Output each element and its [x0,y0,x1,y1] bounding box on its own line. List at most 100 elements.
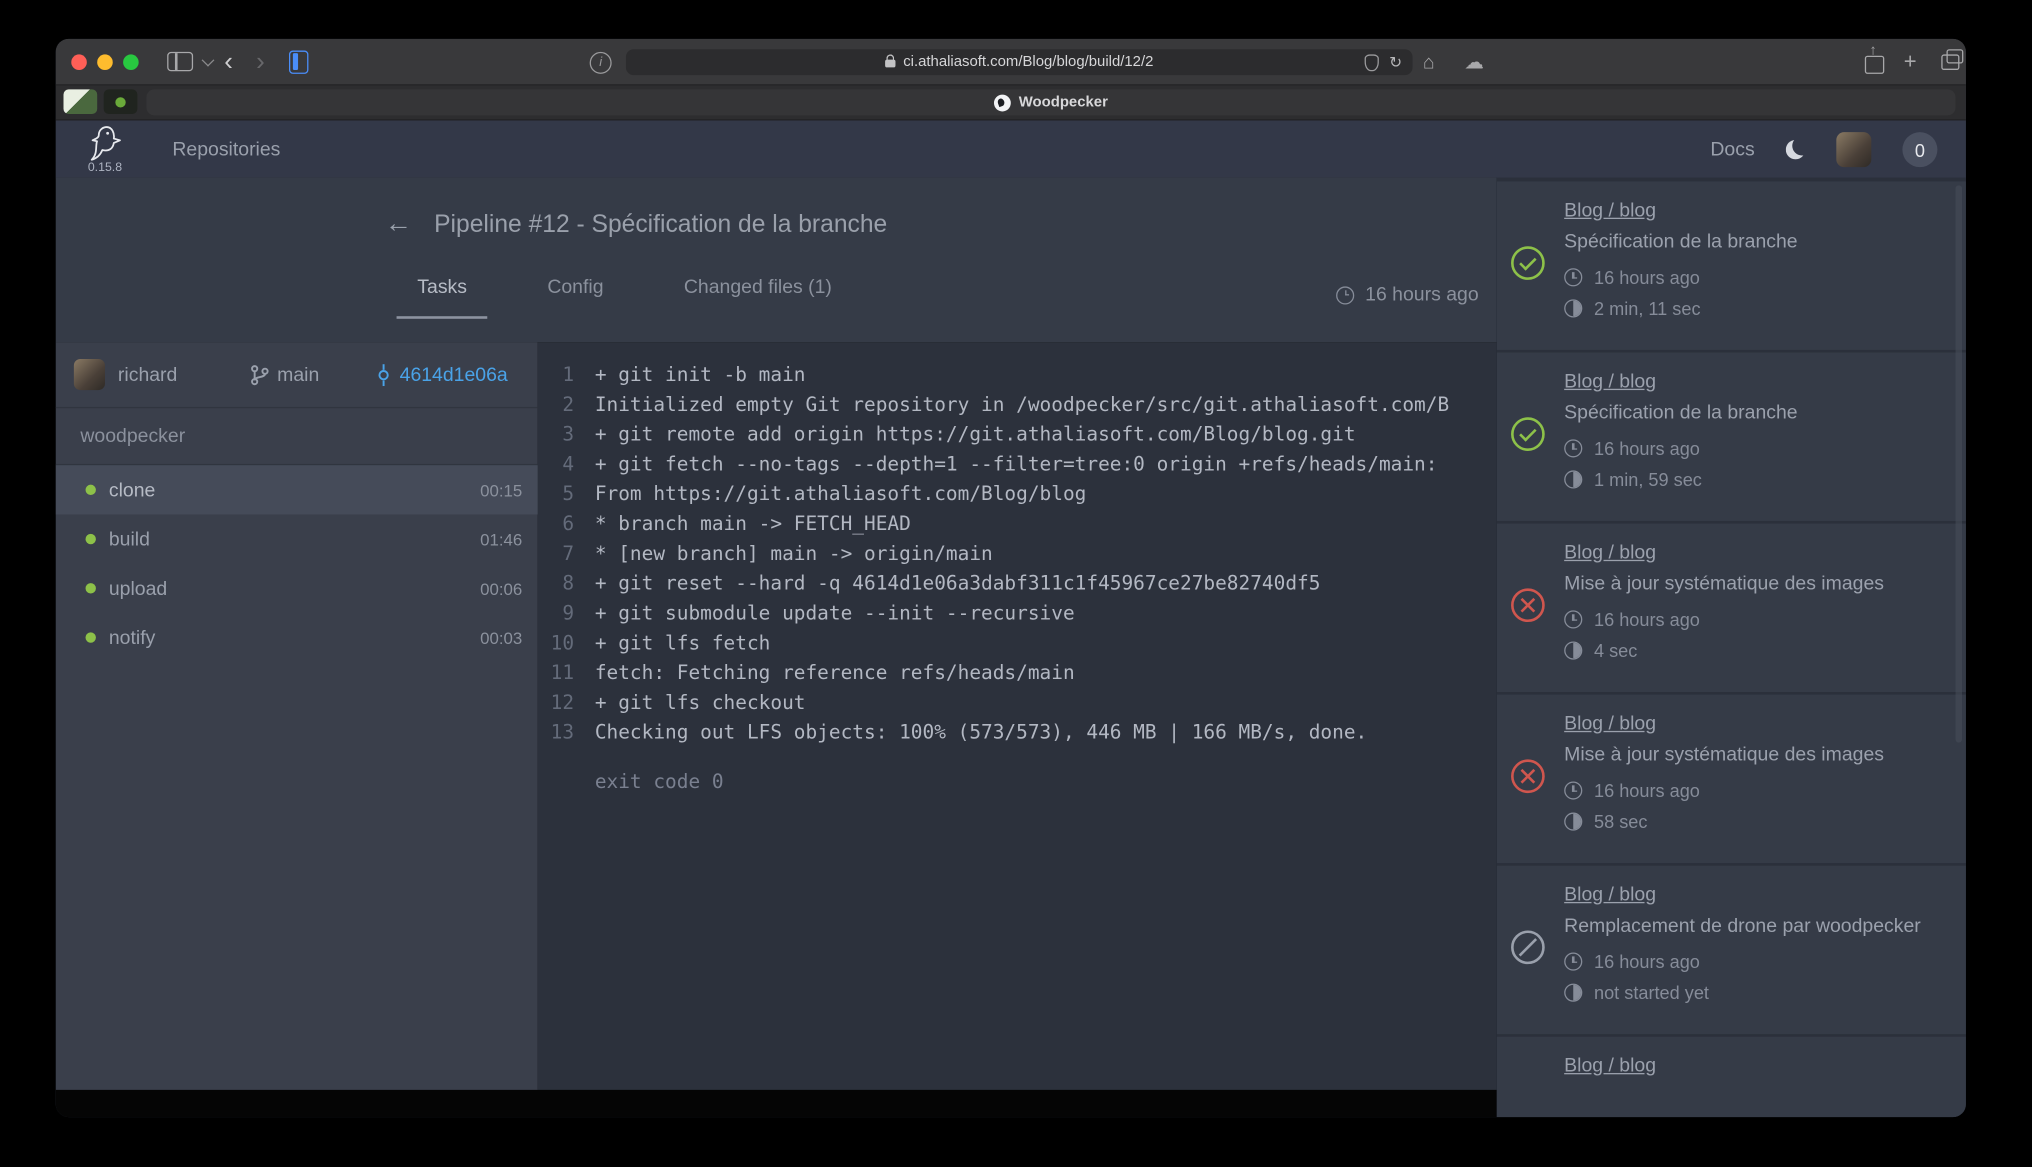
cloud-tabs-icon[interactable]: ☁ [1464,39,1483,86]
pipeline-list-item[interactable]: Blog / blog Mise à jour systématique des… [1497,524,1966,692]
log-line: 5 From https://git.athaliasoft.com/Blog/b… [538,479,1497,509]
notification-badge[interactable]: 0 [1902,132,1937,167]
back-button[interactable]: ← [385,209,412,240]
log-line: 8+ git reset --hard -q 4614d1e06a3dabf31… [538,569,1497,599]
log-line: 13 Checking out LFS objects: 100% (573/57… [538,718,1497,748]
duration-icon [1564,984,1582,1002]
nav-repositories[interactable]: Repositories [172,139,280,161]
address-bar[interactable]: ci.athaliasoft.com/Blog/blog/build/12/2 … [626,49,1413,75]
step-build[interactable]: build 01:46 [56,514,538,563]
status-failure-icon [1511,588,1545,622]
repo-link[interactable]: Blog / blog [1564,200,1656,222]
nav-docs[interactable]: Docs [1710,139,1754,161]
log-line: 7* [new branch] main -> origin/main [538,539,1497,569]
tab-config[interactable]: Config [527,276,625,319]
tab-overview-icon[interactable] [1941,39,1959,86]
step-status-dot [86,583,96,593]
log-line: 10+ git lfs fetch [538,629,1497,659]
pipeline-list-item[interactable]: Blog / blog Spécification de la branche … [1497,181,1966,349]
time-ago-label: 16 hours ago [1365,284,1478,306]
status-failure-icon [1511,759,1545,793]
pipeline-message: Mise à jour systématique des images [1564,573,1953,595]
step-upload[interactable]: upload 00:06 [56,564,538,613]
lock-icon [885,60,895,68]
duration-icon [1564,470,1582,488]
branch-name: main [277,364,319,386]
pinned-tab-2[interactable] [104,89,138,114]
browser-forward-button[interactable]: › [245,39,277,85]
sidebar-scrollbar[interactable] [1956,185,1962,742]
step-notify[interactable]: notify 00:03 [56,613,538,662]
main-area: ← Pipeline #12 - Spécification de la bra… [56,178,1966,1118]
page-info-icon[interactable] [590,52,612,74]
url-text: ci.athaliasoft.com/Blog/blog/build/12/2 [903,54,1153,70]
repo-link[interactable]: Blog / blog [1564,884,1656,906]
reload-icon[interactable]: ↻ [1389,53,1402,71]
line-text: Checking out LFS objects: 100% (573/573)… [595,718,1367,748]
line-number: 13 [548,718,574,748]
step-duration: 00:15 [480,480,522,499]
repo-link[interactable]: Blog / blog [1564,1055,1656,1077]
pipeline-time: 16 hours ago [1594,609,1700,630]
pipeline-time: 16 hours ago [1594,951,1700,972]
steps-panel: richard main 4614d1e06a [56,342,538,1090]
woodpecker-logo[interactable]: 0.15.8 [76,124,133,175]
tab-title: Woodpecker [1019,95,1108,111]
duration-icon [1564,641,1582,659]
pipeline-header: ← Pipeline #12 - Spécification de la bra… [56,178,1497,343]
reading-list-icon[interactable] [289,50,308,73]
close-window-button[interactable] [71,54,87,70]
pipeline-duration: 2 min, 11 sec [1594,298,1701,319]
tab-changed-files[interactable]: Changed files (1) [663,276,853,319]
pipeline-time: 16 hours ago [1594,438,1700,459]
line-text: + git remote add origin https://git.atha… [595,420,1356,450]
pipeline-list-item[interactable]: Blog / blog Spécification de la branche … [1497,352,1966,520]
pipeline-list-item[interactable]: Blog / blog Remplacement de drone par wo… [1497,866,1966,1034]
line-text: From https://git.athaliasoft.com/Blog/bl… [595,479,1087,509]
line-text: * branch main -> FETCH_HEAD [595,509,911,539]
workflow-name: woodpecker [56,408,538,465]
line-number: 12 [548,688,574,718]
commit-link[interactable]: 4614d1e06a [400,364,508,386]
tab-tasks[interactable]: Tasks [397,276,488,319]
share-icon[interactable] [1865,39,1884,86]
repo-link[interactable]: Blog / blog [1564,371,1656,393]
log-line: 9+ git submodule update --init --recursi… [538,599,1497,629]
pipeline-message: Remplacement de drone par woodpecker [1564,915,1953,937]
pipeline-tabs: Tasks Config Changed files (1) [397,276,853,319]
line-number: 2 [548,390,574,420]
step-status-dot [86,534,96,544]
line-number: 7 [548,539,574,569]
line-number: 3 [548,420,574,450]
author-name: richard [118,364,177,386]
pipeline-list-item[interactable]: Blog / blog [1497,1037,1966,1117]
user-avatar[interactable] [1836,132,1871,167]
active-browser-tab[interactable]: Woodpecker [146,89,1955,115]
step-name: build [109,528,150,550]
step-status-dot [86,632,96,642]
pipeline-list-item[interactable]: Blog / blog Mise à jour systématique des… [1497,695,1966,863]
sidebar-toggle-icon[interactable] [167,52,193,71]
browser-chrome: ‹ › ci.athaliasoft.com/Blog/blog/build/1… [56,39,1966,86]
minimize-window-button[interactable] [97,54,113,70]
console-log: 1+ git init -b main 2Initialized empty G… [538,342,1497,1090]
line-text: + git submodule update --init --recursiv… [595,599,1075,629]
line-number: 5 [548,479,574,509]
step-status-dot [86,485,96,495]
step-name: upload [109,577,167,599]
new-tab-button[interactable]: + [1904,39,1917,86]
theme-toggle-moon-icon[interactable] [1786,140,1805,159]
home-icon[interactable]: ⌂ [1423,39,1435,86]
step-clone[interactable]: clone 00:15 [56,465,538,514]
zoom-window-button[interactable] [123,54,139,70]
pinned-tab-1[interactable] [64,89,98,114]
duration-icon [1564,299,1582,317]
repo-link[interactable]: Blog / blog [1564,542,1656,564]
status-success-icon [1511,417,1545,451]
browser-back-button[interactable]: ‹ [213,39,245,85]
repo-link[interactable]: Blog / blog [1564,713,1656,735]
log-line: 12+ git lfs checkout [538,688,1497,718]
page-title: Pipeline #12 - Spécification de la branc… [434,211,887,240]
privacy-report-icon[interactable] [1365,54,1379,71]
line-text: Initialized empty Git repository in /woo… [595,390,1449,420]
